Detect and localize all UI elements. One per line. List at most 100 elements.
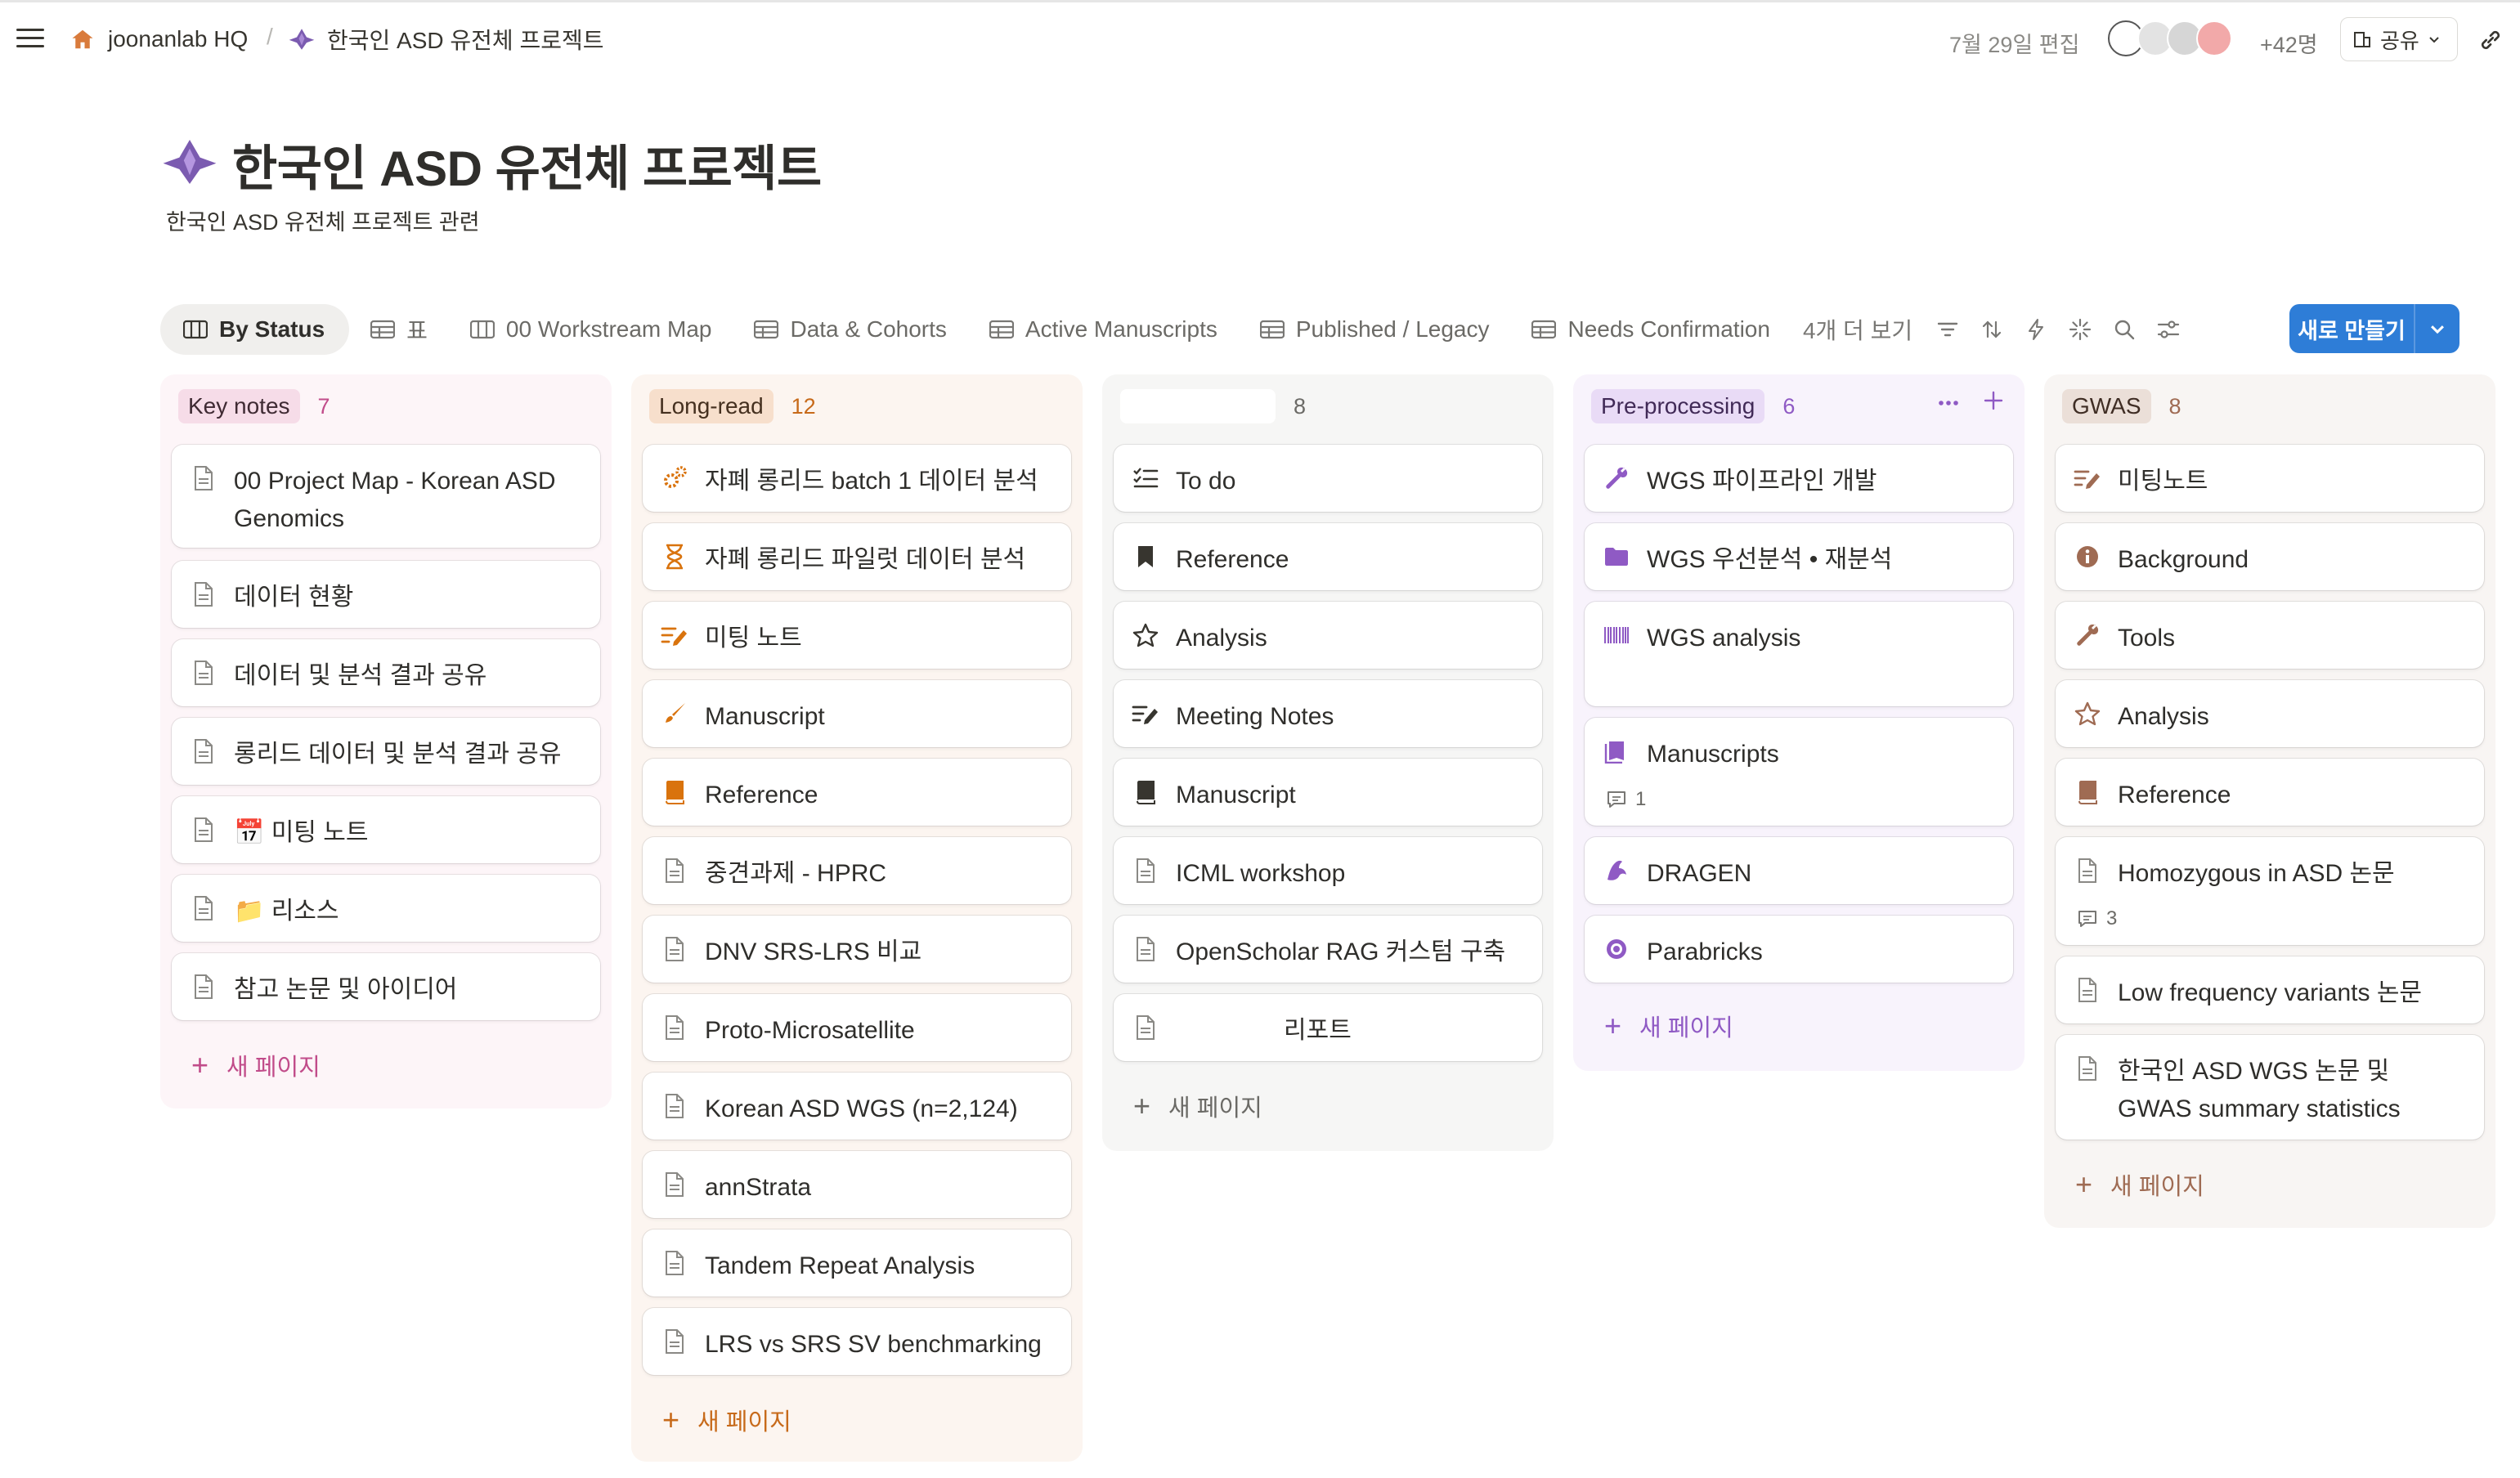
board-card[interactable]: WGS 우선분석 • 재분석 [1585, 523, 2013, 590]
tab-active-manuscripts[interactable]: Active Manuscripts [968, 304, 1239, 355]
card-title: Homozygous in ASD 논문 [2118, 860, 2395, 887]
board-card[interactable]: Analysis [1114, 602, 1542, 669]
card-title: ICML workshop [1176, 860, 1346, 887]
link-icon[interactable] [2477, 27, 2505, 55]
card-title: 한국인 ASD WGS 논문 및 GWAS summary statistics [2118, 1058, 2401, 1122]
new-page-button[interactable]: + 새 페이지 [643, 1386, 1071, 1453]
board-card[interactable]: 한국인 ASD WGS 논문 및 GWAS summary statistics [2056, 1035, 2484, 1140]
add-card-icon[interactable] [1984, 391, 2003, 414]
card-title: Reference [705, 782, 818, 808]
sort-icon[interactable] [1970, 307, 2014, 352]
member-count[interactable]: +42명 [2260, 27, 2318, 59]
board-card[interactable]: Manuscript [643, 680, 1071, 747]
column-header[interactable]: Long-read 12 [649, 389, 816, 423]
column-header[interactable]: GWAS 8 [2062, 389, 2181, 423]
page-icon [1132, 1013, 1159, 1042]
tab-published-legacy[interactable]: Published / Legacy [1239, 304, 1511, 355]
card-title: Meeting Notes [1176, 703, 1334, 730]
card-title: Tools [2118, 625, 2176, 652]
column-header[interactable]: Pre-processing 6 [1591, 389, 1795, 423]
board-card[interactable]: 롱리드 데이터 및 분석 결과 공유 [172, 718, 600, 785]
board-card[interactable]: Background [2056, 523, 2484, 590]
board-card[interactable]: WGS analysis [1585, 602, 2013, 706]
filter-icon[interactable] [1926, 307, 1970, 352]
share-button[interactable]: 공유 [2340, 17, 2458, 61]
board-card[interactable]: 📁 리소스 [172, 875, 600, 942]
board-card[interactable]: Reference [1114, 523, 1542, 590]
board-card[interactable]: annStrata [643, 1151, 1071, 1218]
card-title: Analysis [1176, 625, 1267, 652]
column-header[interactable]: 8 [1120, 389, 1306, 423]
board-card[interactable]: Meeting Notes [1114, 680, 1542, 747]
page-emoji-icon[interactable] [160, 136, 219, 195]
column-actions [1938, 391, 2003, 414]
column-count: 8 [2168, 393, 2181, 419]
card-title: 롱리드 데이터 및 분석 결과 공유 [234, 741, 562, 768]
tab-workstream-map[interactable]: 00 Workstream Map [449, 304, 733, 355]
board-card[interactable]: Tools [2056, 602, 2484, 669]
board-card[interactable]: 데이터 현황 [172, 561, 600, 628]
board-card[interactable]: Reference [643, 759, 1071, 826]
new-page-button[interactable]: + 새 페이지 [2056, 1151, 2484, 1218]
search-icon[interactable] [2102, 307, 2146, 352]
board-card[interactable]: 자폐 롱리드 batch 1 데이터 분석 [643, 445, 1071, 512]
board-card[interactable]: 리포트 [1114, 994, 1542, 1061]
card-title: Manuscript [1176, 782, 1296, 808]
ai-sparkle-icon[interactable] [2058, 307, 2102, 352]
board-view-icon [183, 320, 208, 339]
new-page-button[interactable]: + 새 페이지 [1585, 992, 2013, 1059]
tab-needs-confirmation[interactable]: Needs Confirmation [1510, 304, 1791, 355]
page-description[interactable]: 한국인 ASD 유전체 프로젝트 관련 [166, 204, 480, 236]
board-card[interactable]: DRAGEN [1585, 837, 2013, 904]
board-card[interactable]: 데이터 및 분석 결과 공유 [172, 639, 600, 706]
board-card[interactable]: Manuscript [1114, 759, 1542, 826]
card-title: Background [2118, 546, 2249, 573]
more-options-icon[interactable] [1938, 396, 1959, 410]
board-card[interactable]: Tandem Repeat Analysis [643, 1229, 1071, 1297]
sidebar-menu-icon[interactable] [16, 25, 44, 50]
new-page-button[interactable]: + 새 페이지 [1114, 1073, 1542, 1140]
board-card[interactable]: 중견과제 - HPRC [643, 837, 1071, 904]
card-title: 자폐 롱리드 batch 1 데이터 분석 [705, 468, 1038, 495]
board-card[interactable]: Proto-Microsatellite [643, 994, 1071, 1061]
status-badge: GWAS [2062, 389, 2151, 423]
view-settings-icon[interactable] [2146, 307, 2190, 352]
breadcrumb-page[interactable]: 한국인 ASD 유전체 프로젝트 [288, 21, 604, 57]
board-card[interactable]: Manuscripts 1 [1585, 718, 2013, 826]
board-card[interactable]: WGS 파이프라인 개발 [1585, 445, 2013, 512]
board-card[interactable]: To do [1114, 445, 1542, 512]
board-card[interactable]: LRS vs SRS SV benchmarking [643, 1308, 1071, 1375]
comment-count-value: 1 [1635, 788, 1647, 810]
meeting-notes-icon [661, 620, 688, 650]
board-card[interactable]: Low frequency variants 논문 [2056, 956, 2484, 1023]
card-title: Reference [1176, 546, 1289, 573]
breadcrumb-workspace[interactable]: joonanlab HQ [69, 21, 248, 57]
new-button[interactable]: 새로 만들기 [2289, 304, 2459, 353]
board-card[interactable]: 미팅노트 [2056, 445, 2484, 512]
tab-table[interactable]: 표 [349, 304, 449, 355]
more-views-button[interactable]: 4개 더 보기 [1791, 304, 1926, 355]
board-card[interactable]: 00 Project Map - Korean ASD Genomics [172, 445, 600, 548]
board-card[interactable]: 자폐 롱리드 파일럿 데이터 분석 [643, 523, 1071, 590]
tab-data-cohorts[interactable]: Data & Cohorts [733, 304, 967, 355]
board-card[interactable]: 📅 미팅 노트 [172, 796, 600, 863]
board-card[interactable]: 참고 논문 및 아이디어 [172, 953, 600, 1020]
board-card[interactable]: Korean ASD WGS (n=2,124) [643, 1073, 1071, 1140]
card-title: Manuscript [705, 703, 825, 730]
board-card[interactable]: Parabricks [1585, 916, 2013, 983]
tab-by-status[interactable]: By Status [160, 304, 350, 355]
chevron-down-icon[interactable] [2415, 320, 2459, 338]
board-card[interactable]: OpenScholar RAG 커스텀 구축 [1114, 916, 1542, 983]
card-title: Parabricks [1647, 938, 1763, 965]
board-card[interactable]: 미팅 노트 [643, 602, 1071, 669]
page-title[interactable]: 한국인 ASD 유전체 프로젝트 [232, 129, 822, 200]
board-card[interactable]: Analysis [2056, 680, 2484, 747]
board-card[interactable]: Homozygous in ASD 논문 3 [2056, 837, 2484, 945]
board-card[interactable]: DNV SRS-LRS 비교 [643, 916, 1071, 983]
board-card[interactable]: Reference [2056, 759, 2484, 826]
board-card[interactable]: ICML workshop [1114, 837, 1542, 904]
column-header[interactable]: Key notes 7 [178, 389, 330, 423]
automation-icon[interactable] [2014, 307, 2058, 352]
building-icon [2354, 32, 2370, 47]
new-page-button[interactable]: + 새 페이지 [172, 1032, 600, 1099]
